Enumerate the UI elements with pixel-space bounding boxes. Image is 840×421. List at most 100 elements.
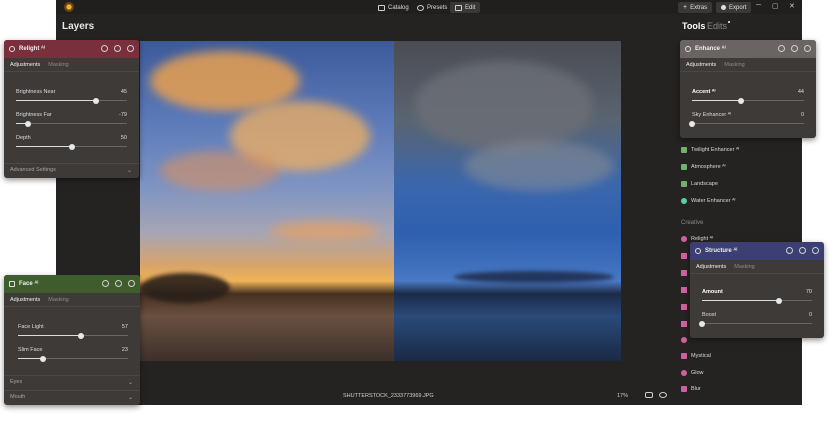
enhance-panel-header[interactable]: Enhance ᴬᴵ (680, 40, 816, 58)
tab-edit-label: Edit (465, 4, 476, 11)
visibility-icon[interactable] (778, 45, 785, 52)
tab-adjustments[interactable]: Adjustments (696, 264, 726, 270)
zoom-dropdown[interactable]: 17% (617, 393, 628, 399)
tool-twilight-enhancer[interactable]: Twilight Enhancer ᴬᴵ (681, 147, 739, 153)
enhance-panel: Enhance ᴬᴵ Adjustments Masking Accent ᴬᴵ… (680, 40, 816, 138)
slider-value: -79 (119, 112, 127, 118)
visibility-icon[interactable] (786, 247, 793, 254)
slider-knob[interactable] (689, 120, 695, 127)
info-icon[interactable] (812, 247, 819, 254)
slider-accent[interactable]: Accent ᴬᴵ 44 (680, 89, 816, 111)
minimize-icon[interactable]: ─ (756, 2, 761, 9)
advanced-settings-section[interactable]: Advanced Settings ⌄ (4, 163, 139, 176)
tab-adjustments[interactable]: Adjustments (10, 62, 40, 68)
tab-catalog[interactable]: Catalog (373, 2, 414, 13)
tool-landscape[interactable]: Landscape (681, 181, 718, 187)
slider-knob[interactable] (40, 355, 47, 362)
relight-panel-title: Relight ᴬᴵ (19, 46, 45, 52)
tab-masking[interactable]: Masking (48, 62, 68, 68)
slider-brightness-far[interactable]: Brightness Far -79 (4, 112, 139, 134)
tool-water-label: Water Enhancer ᴬᴵ (691, 198, 736, 204)
slider-knob[interactable] (699, 320, 705, 327)
tab-presets-label: Presets (427, 4, 448, 11)
extras-label: Extras (690, 4, 708, 11)
photo-before-half (394, 41, 621, 361)
structure-tabs: Adjustments Masking (690, 260, 824, 274)
visibility-icon[interactable] (101, 45, 108, 52)
export-label: Export (729, 4, 747, 11)
slider-value: 70 (805, 289, 812, 295)
creative-tool-icon[interactable] (681, 304, 687, 310)
creative-tool-icon[interactable] (681, 270, 687, 276)
reset-icon[interactable] (799, 247, 806, 254)
edits-tab-label: Edits (707, 21, 728, 31)
tool-glow[interactable]: Glow (681, 370, 704, 376)
mouth-section-label: Mouth (10, 394, 26, 400)
face-panel-header[interactable]: Face ᴬᴵ (4, 275, 140, 293)
chevron-down-icon: ⌄ (127, 395, 133, 401)
enhance-icon (685, 46, 691, 52)
info-icon[interactable] (804, 45, 811, 52)
tab-adjustments[interactable]: Adjustments (686, 62, 716, 68)
tab-masking[interactable]: Masking (724, 62, 744, 68)
eyes-section[interactable]: Eyes ⌄ (4, 375, 140, 388)
atmosphere-icon (681, 164, 687, 170)
tab-masking[interactable]: Masking (48, 297, 68, 303)
creative-tool-icon[interactable] (681, 287, 687, 293)
tools-tab[interactable]: Tools (682, 21, 705, 31)
creative-section-label: Creative (681, 220, 704, 226)
close-icon[interactable]: ✕ (789, 2, 795, 10)
filename-label: SHUTTERSTOCK_2333773969.JPG (343, 393, 434, 399)
twilight-icon (681, 147, 687, 153)
edits-tab[interactable]: Edits (707, 21, 731, 31)
eye-icon[interactable] (659, 392, 667, 398)
plus-icon: + (683, 4, 688, 11)
slider-boost[interactable]: Boost 0 (690, 312, 824, 334)
creative-tool-icon[interactable] (681, 253, 687, 259)
mouth-section[interactable]: Mouth ⌄ (4, 390, 140, 403)
slider-label: Accent ᴬᴵ (692, 89, 716, 95)
relight-tabs: Adjustments Masking (4, 58, 139, 72)
slider-knob[interactable] (24, 120, 31, 127)
slider-sky-enhancer[interactable]: Sky Enhancer ᴬᴵ 0 (680, 112, 816, 134)
tab-masking[interactable]: Masking (734, 264, 754, 270)
creative-tool-icon[interactable] (681, 321, 687, 327)
info-icon[interactable] (127, 45, 134, 52)
compare-icon[interactable] (645, 392, 653, 398)
tool-blur-label: Blur (691, 386, 701, 392)
tool-atmosphere[interactable]: Atmosphere ᴬᴵ (681, 164, 726, 170)
slider-label: Boost (702, 312, 717, 318)
slider-depth[interactable]: Depth 50 (4, 135, 139, 157)
tab-adjustments[interactable]: Adjustments (10, 297, 40, 303)
structure-panel-header[interactable]: Structure ᴬᴵ (690, 242, 824, 260)
info-icon[interactable] (128, 280, 135, 287)
reset-icon[interactable] (114, 45, 121, 52)
extras-button[interactable]: + Extras (678, 2, 713, 13)
mystical-icon (681, 353, 687, 359)
maximize-icon[interactable]: ▢ (772, 2, 779, 10)
relight-panel-header[interactable]: Relight ᴬᴵ (4, 40, 139, 58)
slider-brightness-near[interactable]: Brightness Near 45 (4, 89, 139, 111)
export-button[interactable]: Export (716, 2, 752, 13)
slider-knob[interactable] (776, 297, 782, 304)
tool-mystical[interactable]: Mystical (681, 353, 711, 359)
tab-presets[interactable]: Presets (412, 2, 452, 13)
visibility-icon[interactable] (102, 280, 109, 287)
landscape-icon (681, 181, 687, 187)
tool-blur[interactable]: Blur (681, 386, 701, 392)
creative-tool-icon[interactable] (681, 337, 687, 343)
slider-knob[interactable] (738, 97, 745, 104)
tool-water-enhancer[interactable]: Water Enhancer ᴬᴵ (681, 198, 735, 204)
slider-knob[interactable] (68, 143, 75, 150)
slider-knob[interactable] (77, 332, 84, 339)
tool-mystical-label: Mystical (691, 353, 711, 359)
slider-slim-face[interactable]: Slim Face 23 (4, 347, 140, 369)
reset-icon[interactable] (115, 280, 122, 287)
photo-canvas[interactable] (140, 41, 621, 361)
reset-icon[interactable] (791, 45, 798, 52)
slider-amount[interactable]: Amount 70 (690, 289, 824, 311)
slider-label: Brightness Near (16, 89, 56, 95)
tab-edit[interactable]: Edit (450, 2, 481, 13)
slider-knob[interactable] (93, 97, 100, 104)
slider-face-light[interactable]: Face Light 57 (4, 324, 140, 346)
